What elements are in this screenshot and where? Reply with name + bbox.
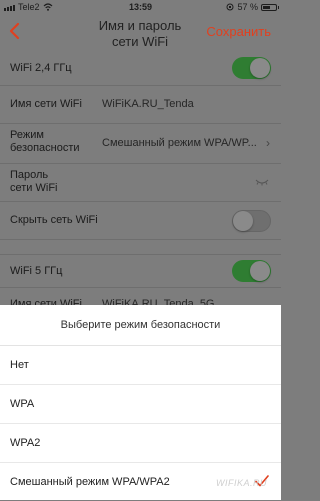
eye-closed-icon[interactable] — [255, 178, 269, 186]
back-chevron-icon[interactable] — [8, 22, 22, 40]
security-row[interactable]: Режим безопасности Смешанный режим WPA/W… — [0, 124, 281, 164]
chevron-right-icon: › — [266, 136, 270, 150]
security-label-line1: Режим — [10, 129, 44, 141]
option-label: Нет — [10, 359, 29, 371]
password-label-line1: Пароль — [10, 169, 49, 181]
wifi24-row: WiFi 2,4 ГГц — [0, 52, 281, 86]
option-label: WPA2 — [10, 437, 41, 449]
security-label: Режим безопасности — [10, 129, 80, 155]
option-label: WPA — [10, 398, 35, 410]
sheet-title: Выберите режим безопасности — [0, 305, 281, 346]
hide-network-toggle[interactable] — [232, 210, 271, 232]
page-title-line2: сети WiFi — [111, 34, 169, 49]
option-wpa2[interactable]: WPA2 — [0, 424, 281, 463]
option-wpa[interactable]: WPA — [0, 385, 281, 424]
wifi5-row: WiFi 5 ГГц — [0, 254, 281, 288]
battery-group: 57 % — [226, 2, 279, 12]
password-label: Пароль сети WiFi — [10, 169, 57, 195]
ssid-label: Имя сети WiFi — [10, 98, 82, 110]
settings-list: WiFi 2,4 ГГц Имя сети WiFi WiFiKA.RU_Ten… — [0, 52, 281, 318]
hide-network-row: Скрыть сеть WiFi — [0, 202, 281, 240]
wifi5-toggle[interactable] — [232, 260, 271, 282]
ssid-row[interactable]: Имя сети WiFi WiFiKA.RU_Tenda — [0, 86, 281, 124]
page-title: Имя и пароль сети WiFi — [60, 18, 220, 50]
toggle-knob — [233, 211, 253, 231]
password-label-line2: сети WiFi — [10, 182, 58, 194]
watermark: WIFIKA.RU — [216, 478, 267, 488]
option-label: Смешанный режим WPA/WPA2 — [10, 476, 170, 488]
hide-network-label: Скрыть сеть WiFi — [10, 214, 98, 226]
wifi24-label: WiFi 2,4 ГГц — [10, 62, 72, 74]
save-button[interactable]: Сохранить — [206, 24, 271, 39]
wifi24-toggle[interactable] — [232, 57, 271, 79]
security-label-line2: безопасности — [10, 142, 80, 154]
status-bar: Tele2 13:59 57 % — [0, 0, 281, 14]
battery-percent: 57 % — [237, 2, 258, 12]
nav-bar: Имя и пароль сети WiFi Сохранить — [0, 16, 281, 50]
password-row[interactable]: Пароль сети WiFi — [0, 164, 281, 202]
rotation-lock-icon — [226, 3, 234, 11]
page-title-line1: Имя и пароль — [98, 18, 182, 33]
ssid-value[interactable]: WiFiKA.RU_Tenda — [102, 98, 194, 110]
wifi5-label: WiFi 5 ГГц — [10, 265, 63, 277]
toggle-knob — [250, 261, 270, 281]
toggle-knob — [250, 58, 270, 78]
security-mode-sheet: Выберите режим безопасности Нет WPA WPA2… — [0, 305, 281, 500]
battery-icon — [261, 3, 279, 11]
security-value[interactable]: Смешанный режим WPA/WP... — [102, 137, 257, 149]
option-none[interactable]: Нет — [0, 346, 281, 385]
